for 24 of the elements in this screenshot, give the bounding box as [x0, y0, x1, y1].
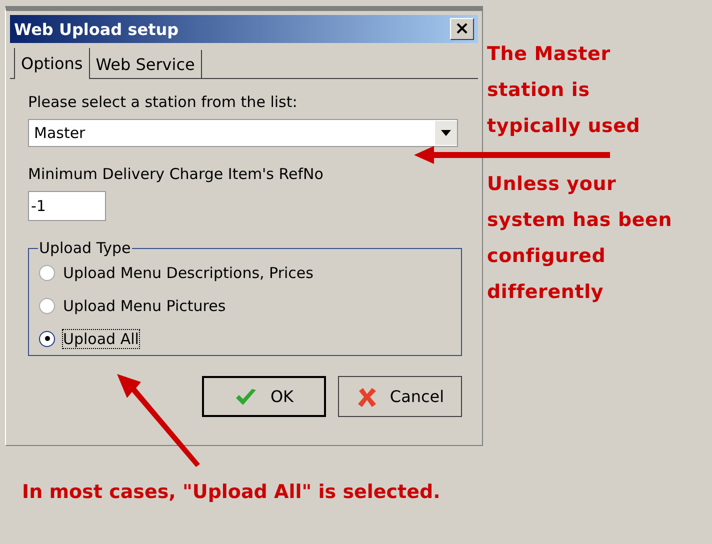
ok-button[interactable]: OK	[202, 376, 326, 417]
radio-label: Upload All	[63, 330, 139, 348]
window-title: Web Upload setup	[14, 20, 179, 38]
refno-input[interactable]: -1	[28, 191, 106, 221]
dropdown-button[interactable]	[435, 121, 457, 145]
tab[interactable]: Options	[14, 48, 90, 79]
group-title: Upload Type	[38, 239, 132, 257]
radio-button[interactable]	[39, 264, 55, 280]
caret-icon	[441, 130, 451, 136]
radio-label: Upload Menu Descriptions, Prices	[63, 264, 314, 282]
cancel-button[interactable]: Cancel	[338, 376, 462, 417]
annotation-text: Unless your system has been configured differently	[487, 172, 674, 305]
checkmark-icon	[234, 386, 258, 406]
cross-icon	[356, 386, 378, 408]
station-dropdown[interactable]: Master	[28, 119, 458, 147]
radio-button[interactable]	[39, 330, 55, 346]
radio-label: Upload Menu Pictures	[63, 296, 226, 314]
field-label: Please select a station from the list:	[28, 93, 298, 111]
annotation-text: In most cases, "Upload All" is selected.	[22, 481, 440, 503]
close-button[interactable]: ×	[450, 18, 474, 40]
dropdown-value: Master	[34, 124, 86, 142]
radio-button[interactable]	[39, 298, 55, 314]
field-label: Minimum Delivery Charge Item's RefNo	[28, 165, 324, 183]
annotation-text: The Master station is typically used	[487, 42, 642, 139]
